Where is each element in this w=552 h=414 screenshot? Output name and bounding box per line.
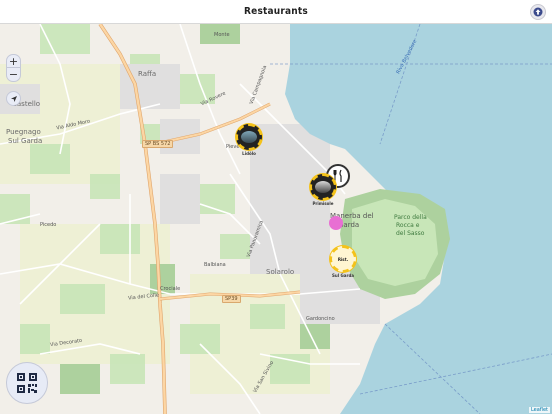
page-title: Restaurants — [244, 6, 308, 17]
map-label-parco-2: Rocca e — [396, 222, 420, 229]
restaurant-marker-sul-garda[interactable]: Rist. Sul Garda — [330, 246, 356, 278]
road-shield-sp-bs-572: SP BS 572 — [142, 140, 174, 148]
header-bar: Restaurants — [0, 0, 552, 24]
map-label-picedo: Picedo — [40, 222, 57, 228]
map-label-parco: Parco della — [394, 214, 427, 221]
location-arrow-icon — [10, 95, 17, 102]
qr-scan-button[interactable] — [6, 362, 48, 404]
road-shield-sp39: SP39 — [222, 295, 241, 303]
restaurant-marker-caption: Lidòlo — [242, 151, 256, 156]
map-view[interactable]: Raffa Castello Puegnago Sul Garda Monte … — [0, 24, 552, 414]
restaurant-photo-thumbnail — [315, 181, 331, 193]
arrow-up-icon — [533, 7, 543, 17]
restaurant-photo-thumbnail — [241, 131, 257, 143]
map-label-parco-3: del Sasso — [396, 230, 425, 237]
zoom-out-button[interactable]: − — [6, 68, 21, 82]
map-label-monte: Monte — [214, 32, 230, 38]
street-label-crociale: Crociale — [160, 286, 181, 292]
map-attribution[interactable]: Leaflet — [528, 407, 550, 413]
map-label-pieve: Pieve — [226, 144, 240, 150]
qr-code-icon — [17, 373, 37, 393]
current-location-dot — [329, 216, 343, 230]
scroll-up-button[interactable] — [530, 4, 546, 20]
restaurant-marker-logo: Rist. — [337, 256, 349, 262]
map-label-balbiana: Balbiana — [204, 262, 226, 268]
restaurant-marker-caption: Sul Garda — [331, 273, 355, 278]
map-label-solarolo: Solarolo — [266, 268, 295, 276]
restaurant-marker[interactable]: Lidòlo — [236, 124, 262, 156]
zoom-control: + − — [6, 54, 21, 82]
locate-button[interactable] — [6, 91, 21, 106]
restaurant-marker-primisole[interactable]: Primisole — [310, 174, 336, 206]
map-label-sul-garda: Sul Garda — [8, 137, 43, 145]
map-tiles[interactable] — [0, 24, 552, 414]
map-label-raffa: Raffa — [138, 70, 157, 78]
restaurant-marker-caption: Primisole — [312, 201, 334, 206]
map-label-gardoncino: Gardoncino — [306, 316, 335, 322]
map-label-puegnago: Puegnago — [6, 128, 41, 136]
zoom-in-button[interactable]: + — [6, 54, 21, 68]
